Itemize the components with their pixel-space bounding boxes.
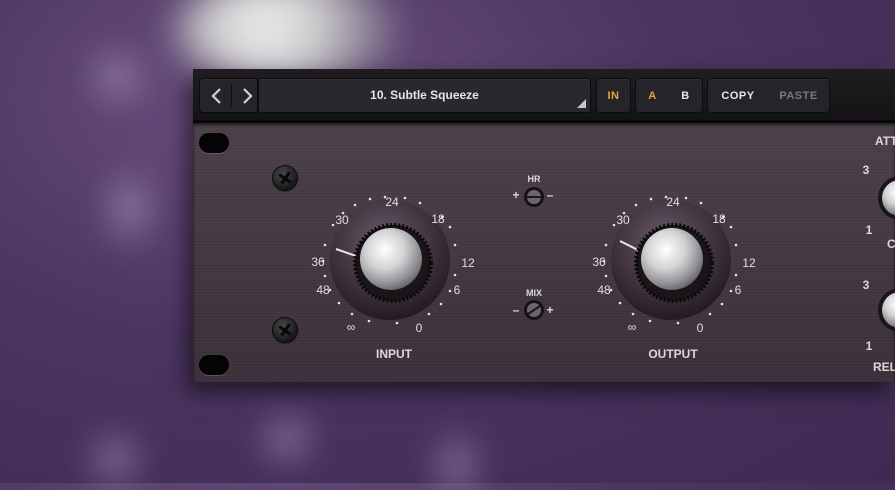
b-button[interactable]: B [669,79,702,112]
output-tick-36: 36 [592,255,606,269]
output-tick-0: 0 [697,321,704,335]
next-preset-button[interactable] [232,79,261,112]
compressor-faceplate: ∞ 48 36 30 24 18 12 6 0 INPUT HR + – MIX… [193,123,895,382]
release-knob[interactable] [876,285,895,335]
input-tick-24: 24 [385,195,399,209]
input-tick-0: 0 [416,321,423,335]
output-tick-24: 24 [666,195,680,209]
background-blurred-dot [114,178,144,238]
input-knob-cap [360,228,422,290]
output-label: OUTPUT [648,347,698,361]
release-tick-3: 3 [862,278,870,292]
chevron-right-icon [242,87,253,104]
input-label: INPUT [376,347,412,361]
attack-tick-1: 1 [865,223,873,237]
output-knob-cap [641,228,703,290]
release-tick-1: 1 [865,339,873,353]
plugin-toolbar: 10. Subtle Squeeze IN A B COPY PASTE [193,69,895,123]
input-knob[interactable]: ∞ 48 36 30 24 18 12 6 0 [285,163,505,335]
output-tick-6: 6 [735,283,742,297]
ab-compare-group: A B [636,79,702,112]
mix-trim-knob[interactable] [523,299,545,321]
paste-button[interactable]: PASTE [768,79,829,112]
input-tick-30: 30 [335,213,349,227]
mix-label: MIX [525,288,542,298]
background-blurred-dot [96,440,134,478]
rack-hole [199,133,229,153]
hr-trim-knob[interactable] [523,186,545,208]
chevron-left-icon [210,87,221,104]
output-tick-48: 48 [597,283,611,297]
output-tick-12: 12 [742,256,756,270]
in-button[interactable]: IN [597,79,630,112]
attack-label: ATT [875,134,895,148]
output-tick-30: 30 [616,213,630,227]
hr-plus-label: + [512,188,520,202]
input-tick-36: 36 [311,255,325,269]
attack-knob[interactable] [876,173,895,223]
background-blurred-dot [98,58,136,96]
preset-selector[interactable]: 10. Subtle Squeeze [259,79,590,112]
attack-label-fragment: C [887,237,895,251]
in-button-group: IN [597,79,630,112]
input-tick-12: 12 [461,256,475,270]
output-tick-inf: ∞ [628,320,637,334]
background-blurred-dot [268,420,306,458]
output-tick-18: 18 [712,212,726,226]
preset-name: 10. Subtle Squeeze [370,88,479,102]
release-label: REL [873,360,895,374]
input-tick-48: 48 [316,283,330,297]
compressor-plugin-window: 10. Subtle Squeeze IN A B COPY PASTE ∞ 4… [193,69,895,382]
preset-navigation [200,79,257,112]
input-tick-inf: ∞ [347,320,356,334]
hr-label: HR [527,174,541,184]
attack-tick-3: 3 [862,163,870,177]
preset-dropdown-icon [577,99,586,108]
copy-paste-group: COPY PASTE [708,79,829,112]
mix-plus-label: + [546,303,554,317]
output-knob[interactable]: ∞ 48 36 30 24 18 12 6 0 [566,163,786,335]
input-tick-18: 18 [431,212,445,226]
input-tick-6: 6 [454,283,461,297]
previous-preset-button[interactable] [202,79,231,112]
a-button[interactable]: A [636,79,669,112]
copy-button[interactable]: COPY [708,79,768,112]
hr-minus-label: – [546,188,554,202]
mix-minus-label: – [512,303,520,317]
rack-hole [199,355,229,375]
